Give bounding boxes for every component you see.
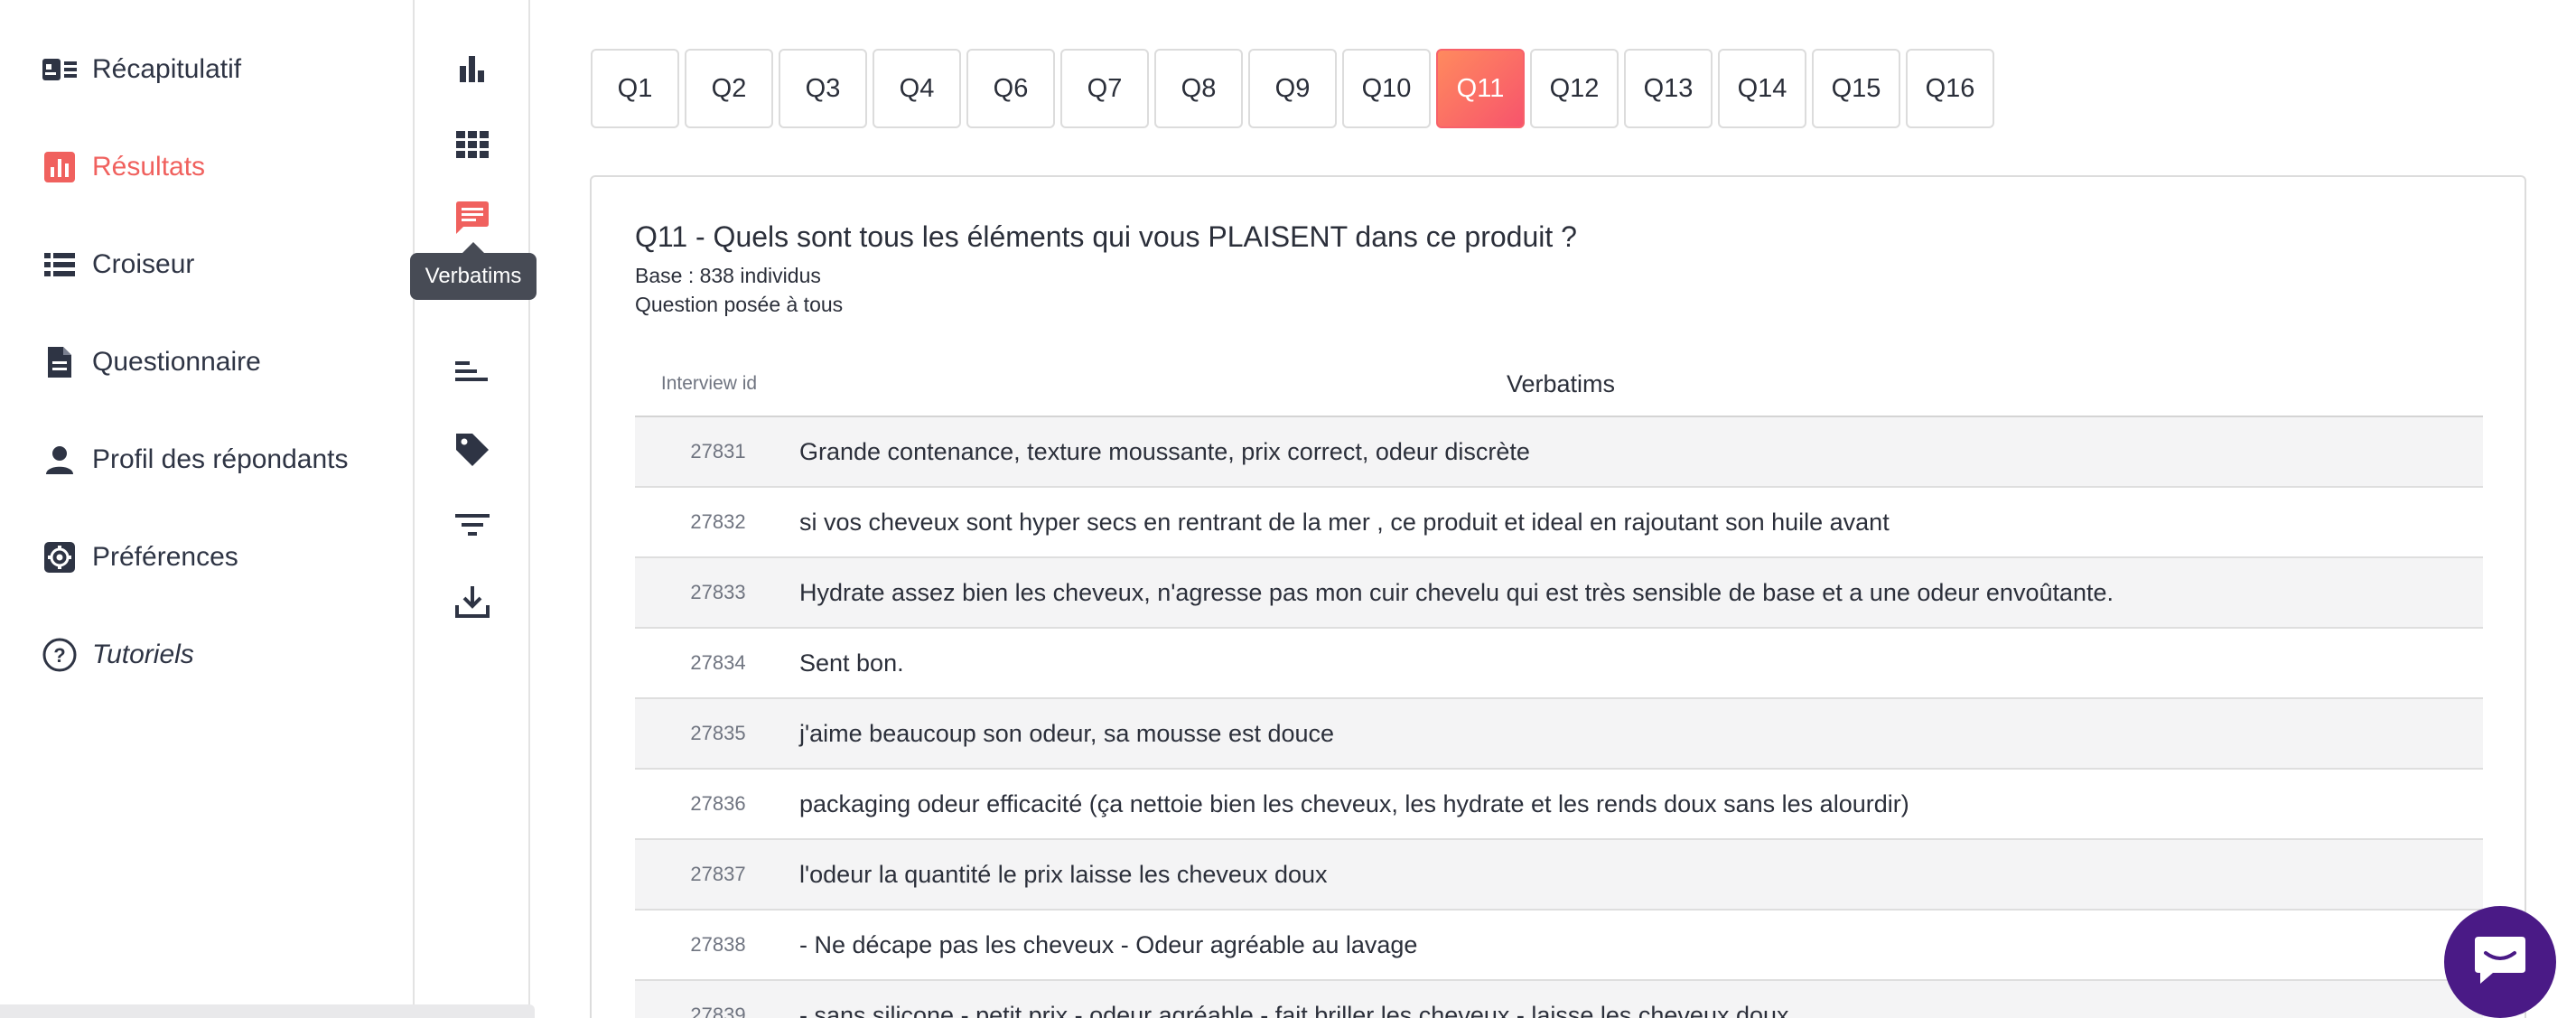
verbatim-text: j'aime beaucoup son odeur, sa mousse est… <box>799 719 1335 747</box>
verbatim-text: Hydrate assez bien les cheveux, n'agress… <box>799 578 2114 606</box>
nav-croiseur[interactable]: Croiseur <box>40 238 194 292</box>
tab-q8[interactable]: Q8 <box>1154 49 1243 128</box>
column-header-id: Interview id <box>660 373 758 394</box>
chat-button[interactable] <box>2444 906 2556 1018</box>
sidebar: Récapitulatif Résultats Croiseur Questio… <box>0 0 415 1018</box>
interview-id: 27837 <box>690 863 746 885</box>
tag-icon[interactable] <box>451 428 494 472</box>
interview-id: 27833 <box>690 581 746 603</box>
tab-q4[interactable]: Q4 <box>873 49 961 128</box>
table-row: 27839 - sans silicone - petit prix - ode… <box>635 981 2483 1018</box>
table-row: 27837 l'odeur la quantité le prix laisse… <box>635 840 2483 911</box>
nav-profil[interactable]: Profil des répondants <box>40 433 349 487</box>
verbatim-text: Sent bon. <box>799 649 904 677</box>
nav-resultats[interactable]: Résultats <box>40 140 205 194</box>
grid-icon[interactable] <box>451 123 494 166</box>
horizontal-bars-icon[interactable] <box>451 352 494 396</box>
nav-label: Préférences <box>92 542 238 572</box>
table-row: 27836 packaging odeur efficacité (ça net… <box>635 770 2483 840</box>
nav-tutoriels[interactable]: ? Tutoriels <box>40 628 194 682</box>
tab-q13[interactable]: Q13 <box>1624 49 1713 128</box>
verbatim-text: Grande contenance, texture moussante, pr… <box>799 437 1530 465</box>
question-title: Q11 - Quels sont tous les éléments qui v… <box>635 220 1577 253</box>
chat-bubble-icon <box>2471 933 2529 992</box>
tab-q16[interactable]: Q16 <box>1906 49 1994 128</box>
tab-q7[interactable]: Q7 <box>1060 49 1149 128</box>
list-icon <box>40 245 79 285</box>
question-scope: Question posée à tous <box>635 293 844 316</box>
interview-id: 27836 <box>690 792 746 815</box>
document-icon <box>40 342 79 382</box>
table-row: 27838 - Ne décape pas les cheveux - Odeu… <box>635 911 2483 981</box>
table-row: 27832 si vos cheveux sont hyper secs en … <box>635 488 2483 558</box>
interview-id: 27834 <box>690 651 746 674</box>
table-row: 27835 j'aime beaucoup son odeur, sa mous… <box>635 699 2483 770</box>
nav-preferences[interactable]: Préférences <box>40 530 238 584</box>
summary-card-icon <box>40 50 79 89</box>
person-icon <box>40 440 79 480</box>
table-row: 27834 Sent bon. <box>635 629 2483 699</box>
interview-id: 27839 <box>690 1004 746 1018</box>
verbatim-text: l'odeur la quantité le prix laisse les c… <box>799 860 1328 888</box>
table-row: 27831 Grande contenance, texture moussan… <box>635 417 2483 488</box>
verbatim-text: packaging odeur efficacité (ça nettoie b… <box>799 789 1909 817</box>
svg-text:?: ? <box>53 644 65 667</box>
nav-label: Questionnaire <box>92 347 261 377</box>
verbatim-text: - Ne décape pas les cheveux - Odeur agré… <box>799 930 1418 958</box>
question-tabs: Q1 Q2 Q3 Q4 Q6 Q7 Q8 Q9 Q10 Q11 Q12 Q13 … <box>591 49 2000 128</box>
nav-recapitulatif[interactable]: Récapitulatif <box>40 42 241 97</box>
filter-icon[interactable] <box>451 504 494 547</box>
nav-label: Récapitulatif <box>92 54 242 84</box>
interview-id: 27838 <box>690 933 746 956</box>
tab-q12[interactable]: Q12 <box>1530 49 1619 128</box>
verbatim-text: si vos cheveux sont hyper secs en rentra… <box>799 508 1890 536</box>
download-icon[interactable] <box>451 580 494 623</box>
nav-label: Tutoriels <box>92 640 194 669</box>
comment-icon[interactable] <box>451 197 494 240</box>
tab-q15[interactable]: Q15 <box>1812 49 1900 128</box>
verbatims-tooltip: Verbatims <box>410 242 537 300</box>
tab-q2[interactable]: Q2 <box>685 49 773 128</box>
interview-id: 27831 <box>690 440 746 462</box>
interview-id: 27832 <box>690 510 746 533</box>
nav-questionnaire[interactable]: Questionnaire <box>40 335 261 389</box>
interview-id: 27835 <box>690 722 746 744</box>
tab-q9[interactable]: Q9 <box>1248 49 1337 128</box>
gear-icon <box>40 537 79 577</box>
table-row: 27833 Hydrate assez bien les cheveux, n'… <box>635 558 2483 629</box>
help-circle-icon: ? <box>40 635 79 675</box>
nav-label: Profil des répondants <box>92 444 349 474</box>
tab-q10[interactable]: Q10 <box>1342 49 1431 128</box>
bar-chart-icon[interactable] <box>451 47 494 90</box>
icon-rail <box>415 0 530 1018</box>
tab-q11[interactable]: Q11 <box>1436 49 1525 128</box>
column-header-verbatims: Verbatims <box>1506 369 1616 397</box>
tab-q1[interactable]: Q1 <box>591 49 679 128</box>
tab-q3[interactable]: Q3 <box>779 49 867 128</box>
browser-status-bar <box>0 1004 535 1018</box>
tab-q14[interactable]: Q14 <box>1718 49 1806 128</box>
verbatims-table: Interview id Verbatims 27831 Grande cont… <box>635 352 2483 1018</box>
table-header: Interview id Verbatims <box>635 352 2483 417</box>
verbatim-text: - sans silicone - petit prix - odeur agr… <box>799 1001 1789 1018</box>
verbatims-card: Q11 - Quels sont tous les éléments qui v… <box>590 175 2526 1018</box>
question-base: Base : 838 individus <box>635 264 821 287</box>
tab-q6[interactable]: Q6 <box>966 49 1055 128</box>
nav-label: Croiseur <box>92 249 195 279</box>
nav-label: Résultats <box>92 152 206 182</box>
bar-chart-icon <box>40 147 79 187</box>
